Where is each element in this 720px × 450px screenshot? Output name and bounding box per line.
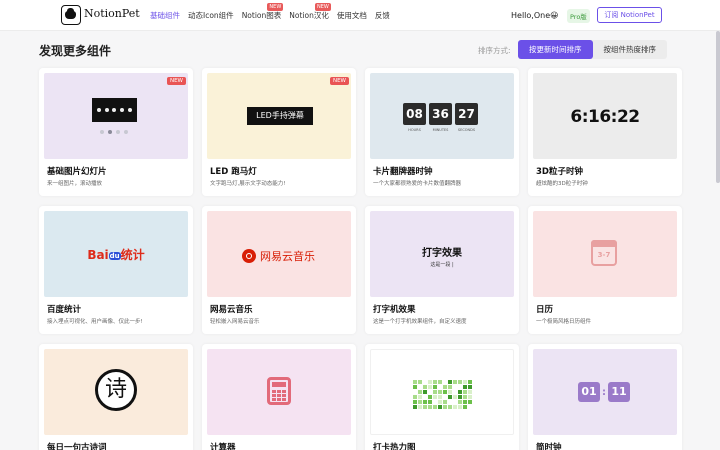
nav-item-dynamic-icon[interactable]: 动态Icon组件 <box>188 0 234 31</box>
component-card[interactable]: 3-7 日历 一个极简风格日历组件 <box>528 206 682 334</box>
card-thumbnail <box>370 349 514 435</box>
card-thumbnail: 诗 <box>44 349 188 435</box>
card-description: 超炫酷的3D粒子时钟 <box>536 181 588 187</box>
nav-item-docs[interactable]: 使用文档 <box>337 0 367 31</box>
new-badge: NEW <box>267 3 284 11</box>
nav-item-basic-components[interactable]: 基础组件 <box>150 0 180 31</box>
card-title: LED 跑马灯 <box>210 167 257 177</box>
component-card[interactable]: 计算器 <box>202 344 356 450</box>
card-thumbnail: 网易云音乐 <box>207 211 351 297</box>
flip-label-seconds: SECONDS <box>457 128 476 132</box>
sort-by-update-button[interactable]: 按更新时间排序 <box>518 40 593 59</box>
card-description: 一个极简风格日历组件 <box>536 319 592 325</box>
particle-clock-time: 6:16:22 <box>570 107 640 127</box>
calendar-icon: 3-7 <box>591 240 617 266</box>
led-marquee: LED手持弹幕 <box>247 107 313 125</box>
sort-toggle: 按更新时间排序 按组件热度排序 <box>518 40 667 59</box>
card-thumbnail <box>207 349 351 435</box>
new-badge: NEW <box>329 77 349 85</box>
heatmap-grid <box>413 380 472 409</box>
main-nav: 基础组件 动态Icon组件 Notion图表 NEW Notion汉化 NEW 使用… <box>150 0 390 31</box>
card-title: 百度统计 <box>47 305 82 315</box>
netease-music-icon <box>242 249 256 263</box>
card-title: 3D粒子时钟 <box>536 167 583 177</box>
user-greeting: Hello,One😀 <box>511 11 559 20</box>
card-thumbnail <box>44 73 188 159</box>
subscribe-button[interactable]: 订阅 NotionPet <box>597 7 662 23</box>
simple-clock: 01 : 11 <box>578 382 630 402</box>
flip-clock: 08 36 27 <box>403 103 478 125</box>
card-title: 网易云音乐 <box>210 305 253 315</box>
flip-seconds: 27 <box>455 103 478 125</box>
component-card[interactable]: 08 36 27 HOURS MINUTES SECONDS 卡片翻牌器时钟 一… <box>365 68 519 196</box>
notionpet-logo-icon[interactable] <box>61 5 81 25</box>
component-card[interactable]: 6:16:22 3D粒子时钟 超炫酷的3D粒子时钟 <box>528 68 682 196</box>
card-thumbnail: 3-7 <box>533 211 677 297</box>
clock-hours: 01 <box>578 382 600 402</box>
flip-minutes: 36 <box>429 103 452 125</box>
card-title: 卡片翻牌器时钟 <box>373 167 433 177</box>
slideshow-dots[interactable] <box>100 130 128 134</box>
card-title: 基础图片幻灯片 <box>47 167 107 177</box>
flip-hours: 08 <box>403 103 426 125</box>
card-thumbnail: 打字效果 这是一段 | <box>370 211 514 297</box>
new-badge: NEW <box>315 3 331 11</box>
page-title: 发现更多组件 <box>39 44 112 58</box>
card-description: 这是一个打字机效果组件，自定义速度 <box>373 319 467 325</box>
component-grid: NEW 基础图片幻灯片 来一组图片，滚动播放 NEW LED手持弹幕 LED 跑… <box>39 68 682 450</box>
new-badge: NEW <box>166 77 186 85</box>
card-description: 一个大家都很熟爱的卡片数值翻牌器 <box>373 181 462 187</box>
component-card[interactable]: NEW LED手持弹幕 LED 跑马灯 文字跑马灯,展示文字动态能力! <box>202 68 356 196</box>
flip-label-minutes: MINUTES <box>432 128 449 132</box>
sort-by-popularity-button[interactable]: 按组件热度排序 <box>593 40 668 59</box>
netease-music-logo: 网易云音乐 <box>242 248 315 264</box>
calculator-icon <box>267 377 291 405</box>
card-description: 接入埋点可视化、用户画像、仅此一步! <box>47 319 143 325</box>
vertical-scrollbar[interactable] <box>716 31 720 183</box>
card-title: 打字机效果 <box>373 305 416 315</box>
component-card[interactable]: 诗 每日一句古诗词 <box>39 344 193 450</box>
nav-item-notion-charts[interactable]: Notion图表 NEW <box>242 0 284 31</box>
component-card[interactable]: 打字效果 这是一段 | 打字机效果 这是一个打字机效果组件，自定义速度 <box>365 206 519 334</box>
card-thumbnail: 01 : 11 <box>533 349 677 435</box>
pro-badge: Pro版 <box>567 9 590 23</box>
component-card[interactable]: NEW 基础图片幻灯片 来一组图片，滚动播放 <box>39 68 193 196</box>
brand-name[interactable]: NotionPet <box>84 7 140 20</box>
nav-item-notion-localization[interactable]: Notion汉化 NEW <box>289 0 331 31</box>
typewriter-heading: 打字效果 <box>422 248 462 259</box>
card-thumbnail: 08 36 27 HOURS MINUTES SECONDS <box>370 73 514 159</box>
slideshow-image <box>92 98 137 122</box>
flip-label-hours: HOURS <box>408 128 421 132</box>
component-card[interactable]: Baidu统计 百度统计 接入埋点可视化、用户画像、仅此一步! <box>39 206 193 334</box>
poem-seal-icon: 诗 <box>95 369 137 411</box>
top-nav-bar: NotionPet 基础组件 动态Icon组件 Notion图表 NEW Noti… <box>0 0 720 31</box>
card-thumbnail: 6:16:22 <box>533 73 677 159</box>
baidu-logo: Baidu统计 <box>87 248 145 262</box>
card-description: 来一组图片，滚动播放 <box>47 181 103 187</box>
sort-label: 排序方式: <box>478 46 511 55</box>
clock-minutes: 11 <box>608 382 630 402</box>
card-title: 简时钟 <box>536 443 562 450</box>
component-card[interactable]: 01 : 11 简时钟 <box>528 344 682 450</box>
card-thumbnail: Baidu统计 <box>44 211 188 297</box>
card-title: 计算器 <box>210 443 236 450</box>
component-card[interactable]: 网易云音乐 网易云音乐 轻松嵌入网易云音乐 <box>202 206 356 334</box>
clock-separator: : <box>602 386 606 398</box>
typewriter-text: 这是一段 | <box>430 262 454 268</box>
card-title: 每日一句古诗词 <box>47 443 107 450</box>
card-title: 打卡热力图 <box>373 443 416 450</box>
card-title: 日历 <box>536 305 554 315</box>
nav-item-feedback[interactable]: 反馈 <box>375 0 390 31</box>
component-card[interactable]: 打卡热力图 <box>365 344 519 450</box>
card-description: 文字跑马灯,展示文字动态能力! <box>210 181 286 187</box>
card-description: 轻松嵌入网易云音乐 <box>210 319 260 325</box>
card-thumbnail: LED手持弹幕 <box>207 73 351 159</box>
